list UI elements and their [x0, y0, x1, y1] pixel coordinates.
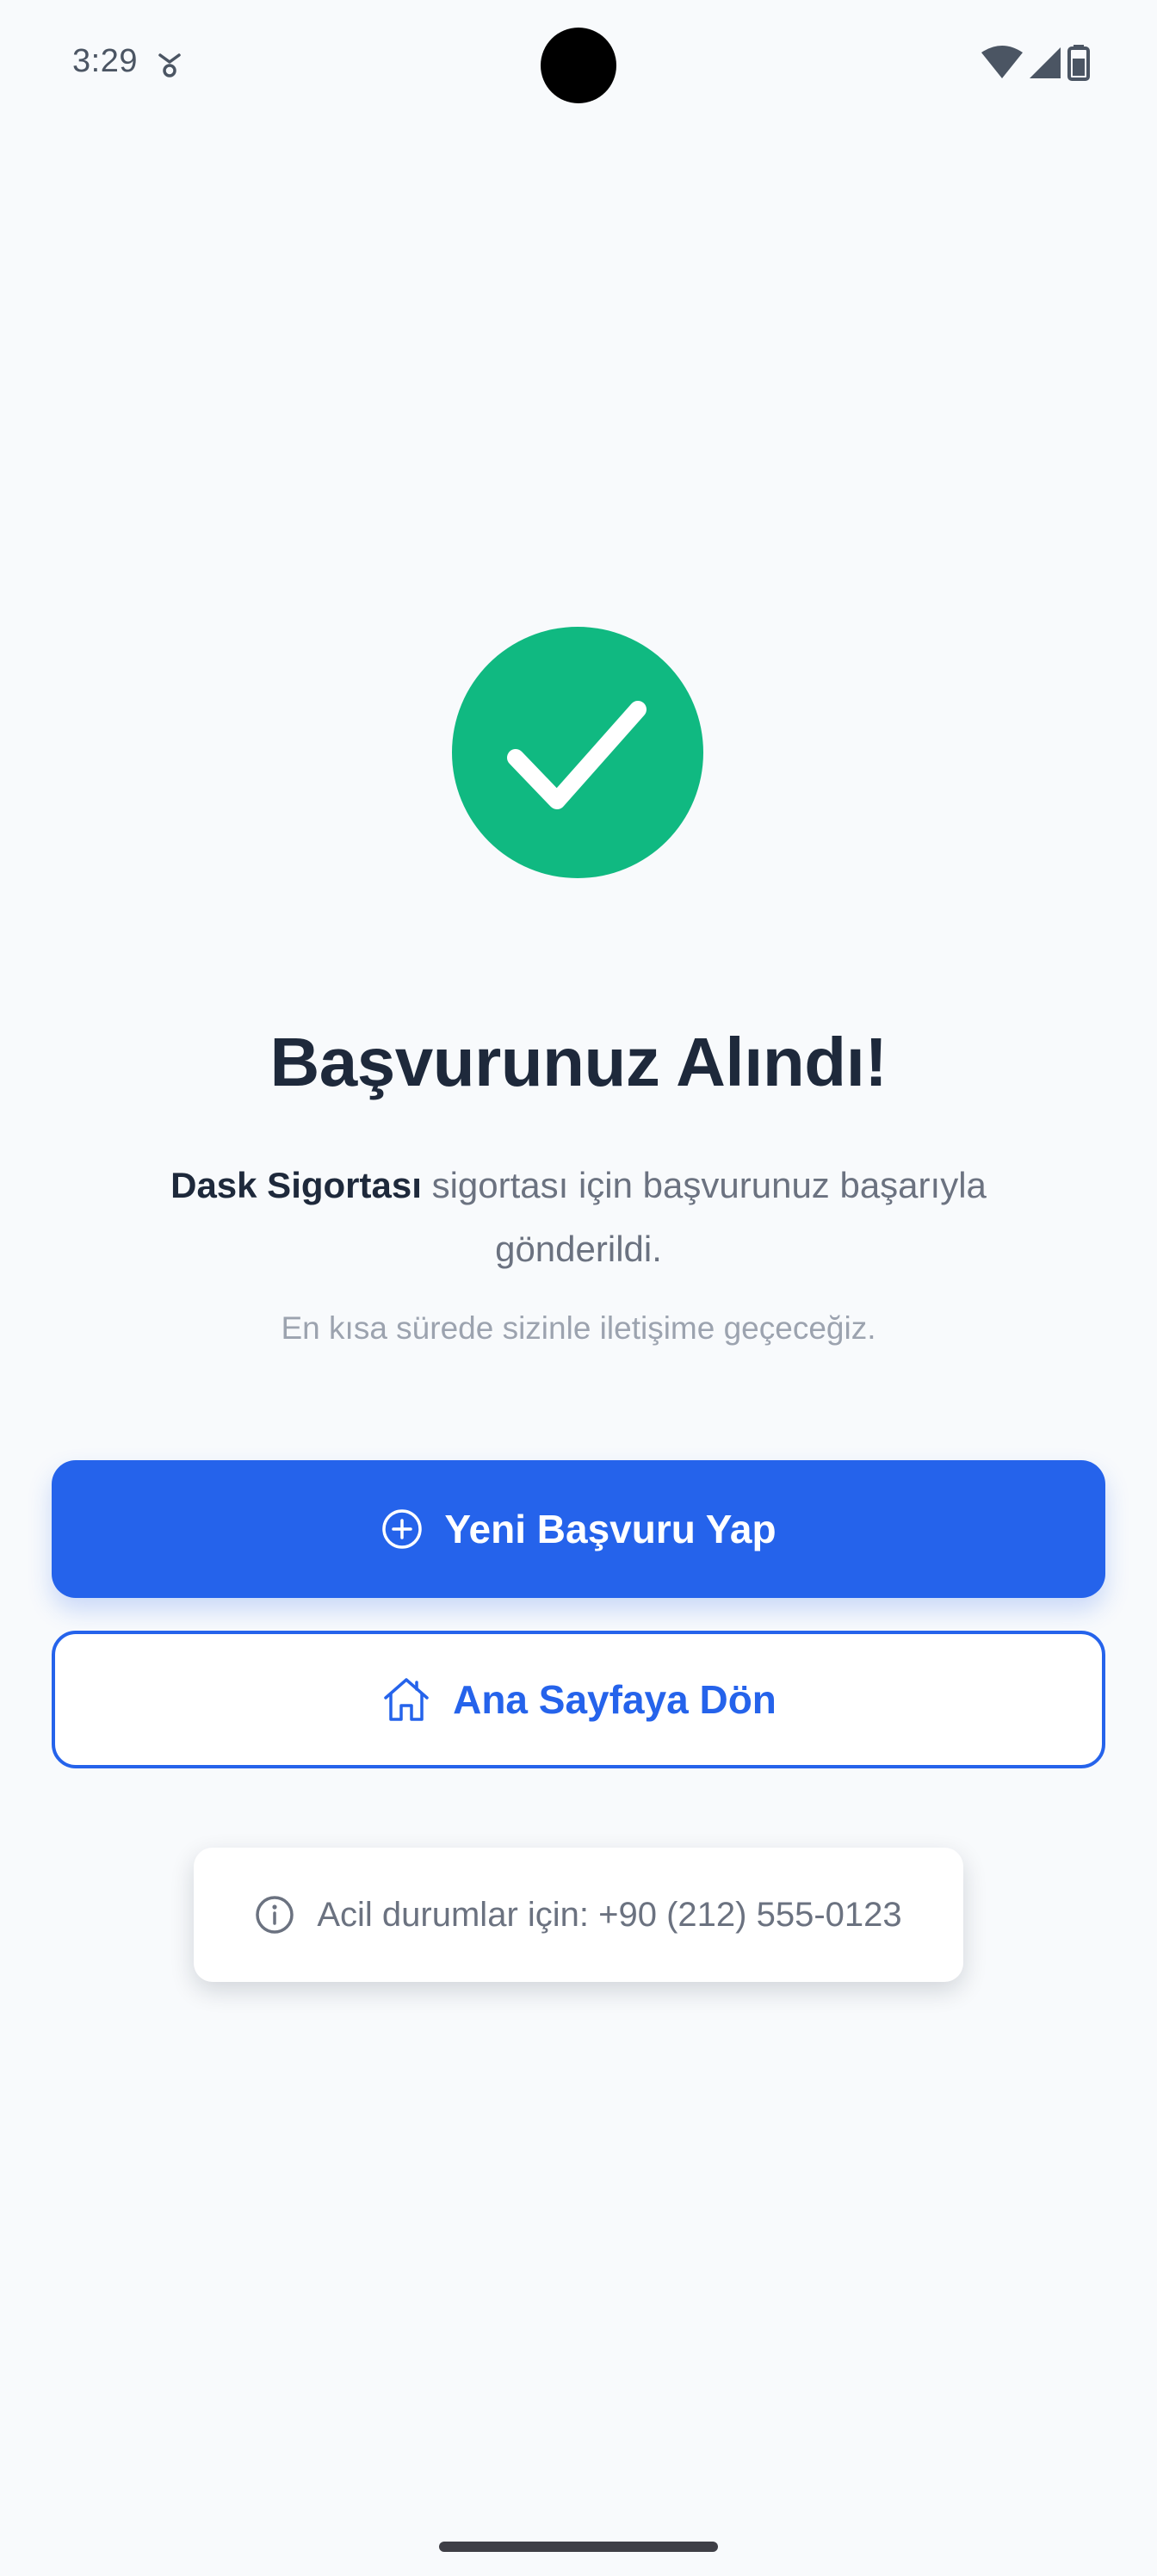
new-application-button[interactable]: Yeni Başvuru Yap: [52, 1460, 1105, 1598]
plus-circle-icon: [382, 1509, 423, 1549]
emergency-info-card: Acil durumlar için: +90 (212) 555-0123: [194, 1848, 963, 1982]
confirmation-message: Dask Sigortası sigortası için başvurunuz…: [103, 1154, 1054, 1281]
camera-cutout: [541, 28, 616, 103]
battery-icon: [1067, 45, 1090, 81]
confirmation-screen: 3:29 Başvurunuz Alındı! Dask Sigortası s…: [0, 0, 1157, 2576]
message-text: sigortası için başvurunuz başarıyla gönd…: [421, 1165, 987, 1269]
home-button[interactable]: Ana Sayfaya Dön: [52, 1631, 1105, 1768]
page-title: Başvurunuz Alındı!: [269, 1024, 888, 1100]
sync-icon: [158, 53, 181, 77]
info-icon: [256, 1896, 294, 1934]
success-badge: [452, 627, 703, 878]
wifi-icon: [981, 46, 1023, 78]
check-icon: [507, 701, 647, 809]
status-icons: [981, 45, 1090, 81]
home-indicator[interactable]: [439, 2542, 718, 2552]
status-time: 3:29: [72, 43, 138, 79]
home-icon: [384, 1678, 429, 1721]
contact-note: En kısa sürede sizinle iletişime geçeceğ…: [281, 1310, 876, 1346]
emergency-contact-text: Acil durumlar için: +90 (212) 555-0123: [317, 1895, 902, 1934]
new-application-label: Yeni Başvuru Yap: [444, 1507, 776, 1551]
status-bar: 3:29: [0, 0, 1157, 129]
home-label: Ana Sayfaya Dön: [453, 1677, 776, 1722]
product-name: Dask Sigortası: [170, 1165, 422, 1205]
signal-icon: [1030, 47, 1061, 78]
